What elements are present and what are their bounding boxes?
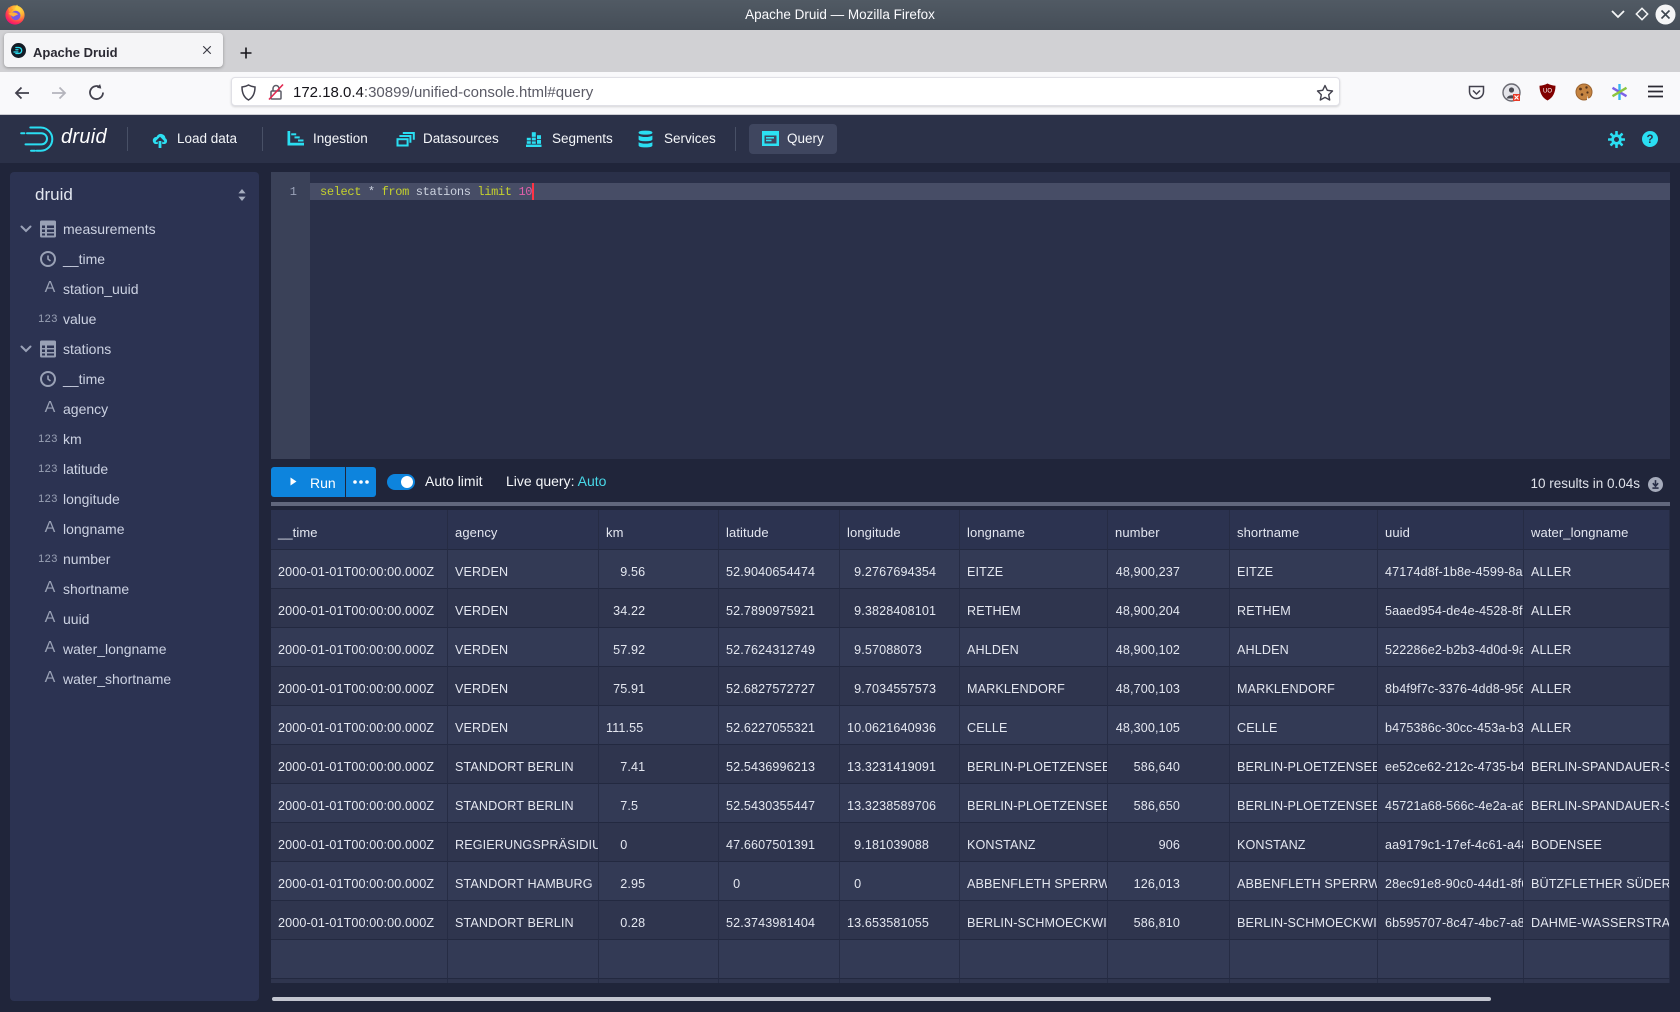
svg-text:?: ? [1646,134,1653,146]
svg-text:UO: UO [1543,89,1552,95]
